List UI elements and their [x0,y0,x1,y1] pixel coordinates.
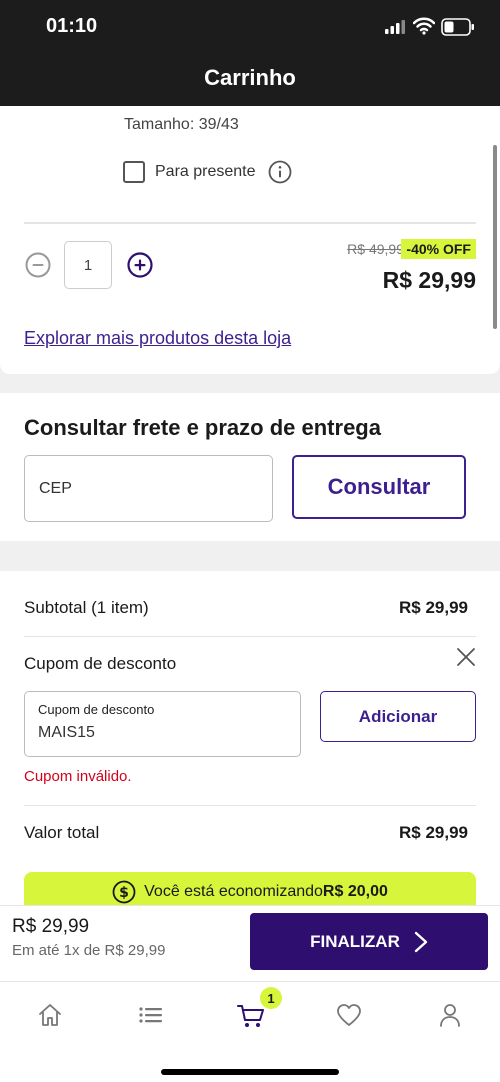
total-label: Valor total [24,823,100,842]
status-time: 01:10 [46,15,98,37]
tab-home[interactable] [35,1000,65,1030]
dollar-circle-icon: $ [112,880,136,904]
add-coupon-button[interactable]: Adicionar [320,691,476,742]
shipping-card: Consultar frete e prazo de entrega CEP C… [0,393,500,541]
finalize-label: FINALIZAR [310,931,400,951]
coupon-value: MAIS15 [38,724,95,741]
list-icon [139,1007,162,1023]
coupon-input[interactable]: Cupom de desconto MAIS15 [24,691,301,757]
heart-icon [337,1004,361,1026]
installments-text: Em até 1x de R$ 29,99 [12,942,166,959]
cellular-signal-icon [385,20,405,34]
savings-text: Você está economizando [144,883,323,900]
page-title: Carrinho [204,65,296,90]
tab-profile[interactable] [435,1000,465,1030]
discount-badge: -40% OFF [401,239,476,259]
cep-input[interactable]: CEP [24,455,273,522]
battery-icon [441,18,474,36]
coupon-error: Cupom inválido. [24,768,132,785]
total-value: R$ 29,99 [399,823,468,842]
consult-shipping-button[interactable]: Consultar [292,455,466,519]
explore-store-link[interactable]: Explorar mais produtos desta loja [24,328,291,349]
plus-circle-icon [127,252,153,278]
shipping-title: Consultar frete e prazo de entrega [24,415,381,440]
coupon-title: Cupom de desconto [24,654,177,673]
subtotal-value: R$ 29,99 [399,598,468,617]
home-indicator [161,1069,339,1075]
chevron-right-icon [414,931,428,952]
svg-text:$: $ [119,885,129,901]
minus-circle-icon [25,252,51,278]
scrollbar[interactable] [493,145,497,329]
decrease-quantity-button[interactable] [24,251,52,279]
order-summary-card: Subtotal (1 item) R$ 29,99 Cupom de desc… [0,571,500,912]
quantity-stepper: 1 [24,241,154,289]
tab-categories[interactable] [135,1000,165,1030]
divider [24,222,476,224]
product-price: R$ 29,99 [382,267,476,293]
checkout-price: R$ 29,99 [12,916,90,937]
old-price: R$ 49,99 [347,241,404,257]
divider [24,636,476,637]
checkout-bar: R$ 29,99 Em até 1x de R$ 29,99 FINALIZAR [0,905,500,981]
gift-label: Para presente [155,163,256,180]
gift-option: Para presente [123,160,292,184]
user-icon [440,1004,460,1027]
cart-count-badge: 1 [260,987,282,1009]
home-icon [39,1004,61,1026]
cart-item-card: Tamanho: 39/43 Para presente 1 R$ 49,99 … [0,106,500,374]
header: Carrinho [0,54,500,106]
divider [24,805,476,806]
info-icon[interactable] [268,160,292,184]
finalize-button[interactable]: FINALIZAR [250,913,488,970]
product-size: Tamanho: 39/43 [124,116,239,133]
status-bar: 01:10 [0,0,500,54]
quantity-input[interactable]: 1 [64,241,112,289]
close-icon[interactable] [456,647,476,667]
wifi-icon [413,17,435,35]
savings-amount: R$ 20,00 [322,883,388,900]
tab-favorites[interactable] [334,1000,364,1030]
tab-bar: 1 [0,981,500,1082]
increase-quantity-button[interactable] [126,251,154,279]
subtotal-label: Subtotal (1 item) [24,598,149,617]
coupon-field-label: Cupom de desconto [38,702,155,717]
gift-checkbox[interactable] [123,161,145,183]
